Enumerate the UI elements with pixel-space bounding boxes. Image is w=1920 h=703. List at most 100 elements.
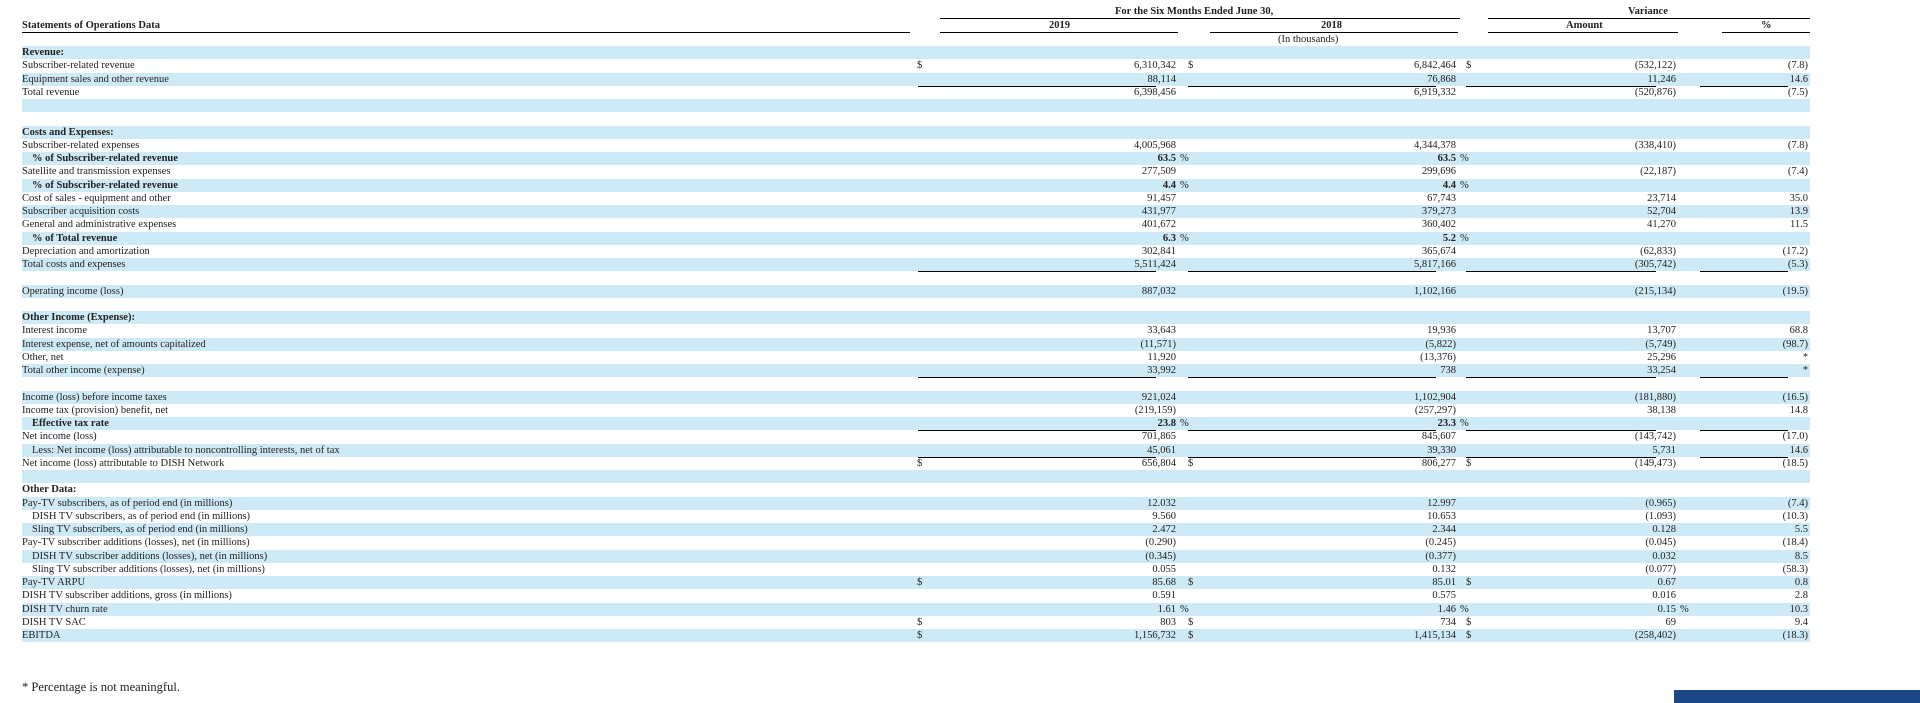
variance-percent: (7.8) bbox=[1787, 139, 1808, 151]
row-label: Income (loss) before income taxes bbox=[22, 391, 167, 403]
variance-percent: (7.5) bbox=[1787, 86, 1808, 98]
table-row: DISH TV subscribers, as of period end (i… bbox=[22, 510, 1810, 523]
variance-percent: (98.7) bbox=[1782, 338, 1808, 350]
variance-percent: (17.0) bbox=[1782, 431, 1808, 443]
value-2019: 12.032 bbox=[1147, 497, 1176, 509]
value-2019: 1.61 bbox=[1157, 603, 1176, 615]
variance-amount: 5,731 bbox=[1652, 444, 1676, 456]
variance-percent: 14.8 bbox=[1789, 404, 1808, 416]
variance-amount: (338,410) bbox=[1634, 139, 1676, 151]
table-row: Other Data: bbox=[22, 483, 1810, 496]
value-2018: 12.997 bbox=[1427, 497, 1456, 509]
variance-amount: (0.045) bbox=[1645, 537, 1676, 549]
value-2019: 88,114 bbox=[1147, 73, 1177, 85]
variance-amount: (258,402) bbox=[1634, 630, 1676, 641]
row-label: % of Subscriber-related revenue bbox=[32, 179, 178, 191]
row-label: Net income (loss) bbox=[22, 431, 97, 443]
value-2019: 2.472 bbox=[1152, 524, 1176, 535]
table-row: Depreciation and amortization 302,841 365,… bbox=[22, 245, 1810, 259]
variance-heading-rule bbox=[1488, 18, 1810, 19]
row-label: % of Total revenue bbox=[32, 232, 118, 244]
value-2018: 379,273 bbox=[1421, 206, 1456, 217]
table-row: Revenue: bbox=[22, 46, 1810, 59]
table-row: % of Subscriber-related revenue 4.4% 4.4% bbox=[22, 178, 1810, 192]
value-2018: 1.46 bbox=[1437, 603, 1456, 615]
row-label: Other Income (Expense): bbox=[22, 312, 135, 323]
row-label: Equipment sales and other revenue bbox=[22, 73, 169, 85]
row-label: % of Subscriber-related revenue bbox=[32, 153, 178, 164]
table-row: Sling TV subscribers, as of period end (… bbox=[22, 523, 1810, 536]
table-row: Subscriber-related expenses 4,005,968 4,34… bbox=[22, 139, 1810, 152]
row-label: General and administrative expenses bbox=[22, 219, 177, 231]
corner-bar bbox=[1674, 690, 1920, 703]
percent-sign: % bbox=[1680, 603, 1689, 615]
variance-percent: (7.4) bbox=[1787, 497, 1808, 509]
value-2019: (219,159) bbox=[1134, 404, 1176, 416]
table-row: Income tax (provision) benefit, net (219,… bbox=[22, 404, 1810, 417]
variance-amount: (520,876) bbox=[1634, 86, 1676, 98]
table-row: % of Subscriber-related revenue 63.5% 63.5… bbox=[22, 152, 1810, 165]
currency-symbol: $ bbox=[1466, 630, 1472, 641]
percent-sign: % bbox=[1180, 232, 1189, 244]
table-row: Subscriber acquisition costs 431,977 379,2… bbox=[22, 205, 1810, 218]
table-row: Pay-TV subscribers, as of period end (in… bbox=[22, 496, 1810, 510]
variance-amount: 41,270 bbox=[1647, 219, 1676, 231]
variance-amount: 25,296 bbox=[1647, 351, 1676, 363]
variance-amount: 0.016 bbox=[1652, 590, 1676, 602]
table-row bbox=[22, 99, 1810, 112]
value-2018: 845,607 bbox=[1421, 431, 1456, 443]
variance-percent: 0.8 bbox=[1794, 577, 1808, 588]
variance-percent: 5.5 bbox=[1794, 524, 1808, 535]
value-2018: 299,696 bbox=[1421, 166, 1456, 178]
row-label: DISH TV churn rate bbox=[22, 603, 108, 615]
value-2018: 10.653 bbox=[1427, 510, 1456, 522]
value-2019: 5,511,424 bbox=[1134, 259, 1176, 270]
variance-percent: (19.5) bbox=[1782, 285, 1808, 297]
value-2018: 76,868 bbox=[1427, 73, 1456, 85]
row-label: Interest income bbox=[22, 325, 88, 337]
table-row: Interest expense, net of amounts capital… bbox=[22, 337, 1810, 351]
variance-amount: (0.965) bbox=[1645, 497, 1676, 509]
table-row: Total costs and expenses 5,511,424 5,817,1… bbox=[22, 258, 1810, 272]
value-2019: 803 bbox=[1160, 616, 1176, 628]
currency-symbol: $ bbox=[917, 457, 923, 469]
variance-amount: (62,833) bbox=[1640, 245, 1676, 257]
variance-percent: 11.5 bbox=[1790, 219, 1808, 231]
row-label: Net income (loss) attributable to DISH N… bbox=[22, 457, 225, 469]
value-2018: 360,402 bbox=[1421, 219, 1456, 231]
value-2018: 5.2 bbox=[1442, 232, 1456, 244]
variance-percent: (16.5) bbox=[1782, 391, 1808, 403]
value-2018: (0.245) bbox=[1425, 537, 1456, 549]
financial-statement: For the Six Months Ended June 30, Varian… bbox=[0, 0, 1920, 703]
variance-amount: (181,880) bbox=[1634, 391, 1676, 403]
row-label: Depreciation and amortization bbox=[22, 245, 150, 257]
period-heading: For the Six Months Ended June 30, bbox=[1115, 6, 1274, 17]
variance-amount: 0.128 bbox=[1652, 524, 1676, 535]
row-label: Satellite and transmission expenses bbox=[22, 166, 171, 178]
value-2018: 6,842,464 bbox=[1414, 60, 1456, 72]
table-row: Satellite and transmission expenses 277,5… bbox=[22, 165, 1810, 178]
variance-amount: (0.077) bbox=[1645, 563, 1676, 575]
variance-percent: (17.2) bbox=[1782, 245, 1808, 257]
percent-sign: % bbox=[1460, 153, 1469, 164]
value-2018: 806,277 bbox=[1421, 457, 1456, 469]
table-row bbox=[22, 470, 1810, 483]
value-2019: 431,977 bbox=[1141, 206, 1176, 217]
row-label: EBITDA bbox=[22, 630, 61, 641]
row-label: Income tax (provision) benefit, net bbox=[22, 404, 169, 416]
value-2018: 39,330 bbox=[1427, 444, 1456, 456]
currency-symbol: $ bbox=[1188, 60, 1194, 72]
variance-amount: 11,246 bbox=[1647, 73, 1677, 85]
percent-sign: % bbox=[1180, 603, 1189, 615]
variance-percent: (58.3) bbox=[1782, 563, 1808, 575]
table-row: Sling TV subscriber additions (losses), … bbox=[22, 563, 1810, 576]
value-2018: 2.344 bbox=[1432, 524, 1456, 535]
table-row bbox=[22, 298, 1810, 311]
row-label: Revenue: bbox=[22, 47, 64, 58]
variance-amount: (215,134) bbox=[1634, 285, 1676, 297]
variance-amount: 0.032 bbox=[1652, 550, 1676, 562]
variance-heading: Variance bbox=[1628, 6, 1668, 17]
value-2019: 11,920 bbox=[1147, 351, 1177, 363]
variance-percent: * bbox=[1802, 365, 1808, 376]
column-header-2019: 2019 bbox=[1049, 20, 1070, 31]
